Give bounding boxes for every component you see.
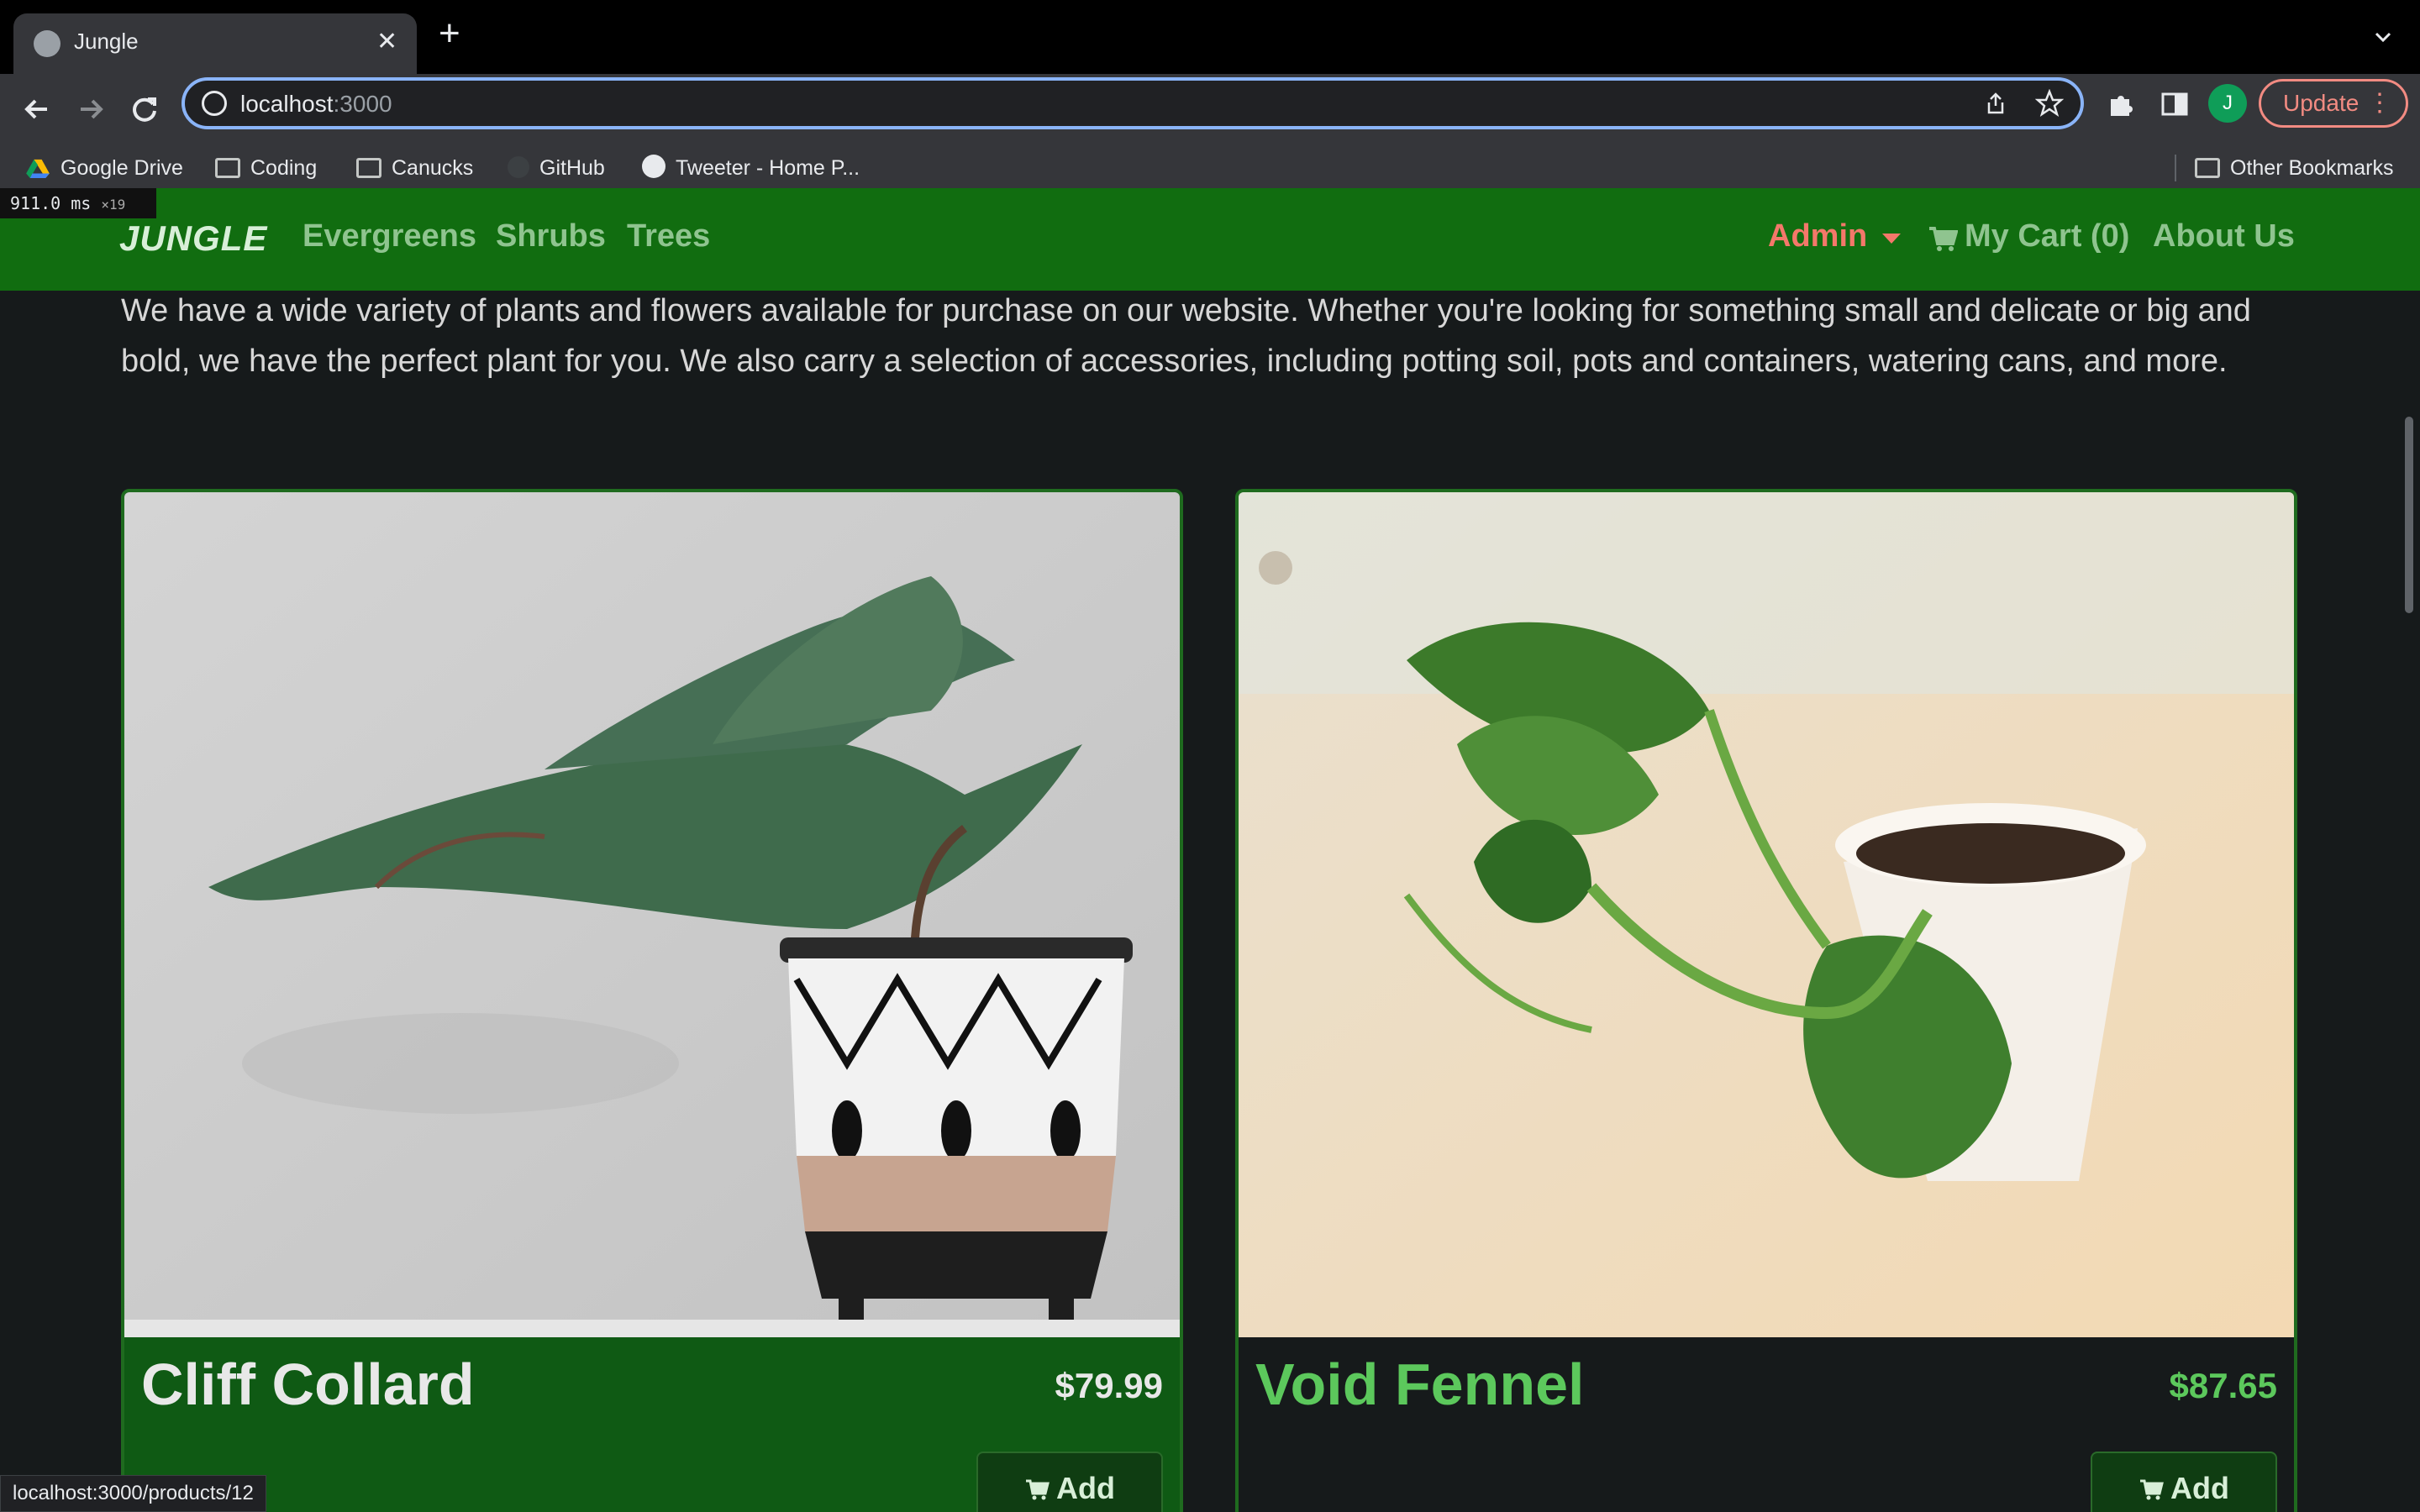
cart-icon xyxy=(1026,1479,1050,1500)
google-drive-icon xyxy=(26,159,50,178)
tab-search-chevron-icon[interactable] xyxy=(2370,24,2396,50)
scrollbar-thumb[interactable] xyxy=(2405,417,2413,613)
tab-bar: Jungle ✕ + xyxy=(0,0,2420,74)
bookmark-label: Canucks xyxy=(392,156,474,180)
product-card[interactable]: Cliff Collard $79.99 Add xyxy=(121,489,1183,1512)
add-label: Add xyxy=(1056,1471,1115,1505)
browser-toolbar: localhost:3000 J Update ⋮ Google Drive Co… xyxy=(0,74,2420,198)
bookmark-google-drive[interactable]: Google Drive xyxy=(25,153,183,183)
site-navbar: JUNGLE Evergreens Shrubs Trees Admin My … xyxy=(0,188,2420,291)
address-bar[interactable]: localhost:3000 xyxy=(182,77,2084,129)
perf-unit: ms xyxy=(71,193,92,213)
reload-icon[interactable] xyxy=(124,89,165,129)
add-to-cart-button[interactable]: Add xyxy=(976,1452,1163,1512)
page-viewport: JUNGLE Evergreens Shrubs Trees Admin My … xyxy=(0,188,2420,1512)
close-tab-icon[interactable]: ✕ xyxy=(376,27,397,56)
nav-link-trees[interactable]: Trees xyxy=(627,218,710,255)
bookmark-label: Other Bookmarks xyxy=(2230,156,2394,180)
site-info-icon[interactable] xyxy=(202,91,227,116)
bookmark-canucks[interactable]: Canucks xyxy=(356,153,473,183)
bookmarks-divider xyxy=(2175,155,2176,181)
tab-title: Jungle xyxy=(74,29,139,54)
share-icon[interactable] xyxy=(1983,91,2008,116)
bookmark-coding[interactable]: Coding xyxy=(215,153,317,183)
update-button[interactable]: Update ⋮ xyxy=(2259,79,2408,128)
perf-time: 911.0 xyxy=(10,193,61,213)
bookmark-label: Tweeter - Home P... xyxy=(676,156,860,180)
update-label: Update xyxy=(2283,90,2360,116)
forward-icon[interactable] xyxy=(71,89,111,129)
browser-tab[interactable]: Jungle ✕ xyxy=(13,13,417,74)
add-label: Add xyxy=(2170,1471,2229,1505)
side-panel-icon[interactable] xyxy=(2158,87,2191,121)
bookmark-github[interactable]: GitHub xyxy=(508,153,605,183)
github-icon xyxy=(508,156,529,178)
menu-dots-icon[interactable]: ⋮ xyxy=(2367,81,2392,125)
folder-icon xyxy=(356,158,381,178)
about-us-link[interactable]: About Us xyxy=(2153,218,2295,255)
bookmark-label: GitHub xyxy=(539,156,605,180)
nav-link-evergreens[interactable]: Evergreens xyxy=(302,218,476,255)
profile-avatar[interactable]: J xyxy=(2208,84,2247,123)
bookmark-label: Coding xyxy=(250,156,318,180)
bookmark-star-icon[interactable] xyxy=(2035,89,2064,118)
perf-count: ×19 xyxy=(101,197,126,213)
product-image[interactable] xyxy=(1239,492,2294,1337)
globe-icon xyxy=(642,155,666,178)
nav-link-shrubs[interactable]: Shrubs xyxy=(496,218,606,255)
product-image[interactable] xyxy=(124,492,1180,1337)
card-footer: Cliff Collard $79.99 Add xyxy=(124,1337,1180,1512)
product-card[interactable]: Void Fennel $87.65 Add xyxy=(1235,489,2297,1512)
cart-icon xyxy=(2140,1479,2164,1500)
product-price: $79.99 xyxy=(1055,1366,1163,1405)
add-to-cart-button[interactable]: Add xyxy=(2091,1452,2277,1512)
new-tab-button[interactable]: + xyxy=(439,15,460,52)
admin-dropdown[interactable]: Admin xyxy=(1768,218,1867,255)
bookmark-other[interactable]: Other Bookmarks xyxy=(2195,153,2394,183)
back-icon[interactable] xyxy=(17,89,57,129)
folder-icon xyxy=(215,158,240,178)
folder-icon xyxy=(2195,158,2220,178)
my-cart-link[interactable]: My Cart (0) xyxy=(1965,218,2129,255)
product-name[interactable]: Cliff Collard xyxy=(141,1351,475,1418)
globe-icon xyxy=(34,30,60,57)
intro-paragraph: We have a wide variety of plants and flo… xyxy=(121,293,2251,379)
performance-overlay: 911.0 ms ×19 xyxy=(0,188,156,218)
card-footer: Void Fennel $87.65 Add xyxy=(1239,1337,2294,1512)
cart-icon[interactable] xyxy=(1928,225,1958,252)
product-price: $87.65 xyxy=(2169,1366,2277,1405)
status-bar-url: localhost:3000/products/12 xyxy=(0,1475,266,1512)
product-name[interactable]: Void Fennel xyxy=(1255,1351,1585,1418)
bookmark-label: Google Drive xyxy=(60,156,183,180)
url-text: localhost:3000 xyxy=(240,91,392,117)
brand-logo[interactable]: JUNGLE xyxy=(119,218,267,259)
caret-down-icon[interactable] xyxy=(1882,234,1901,244)
bookmark-tweeter[interactable]: Tweeter - Home P... xyxy=(642,153,860,183)
extensions-puzzle-icon[interactable] xyxy=(2104,87,2138,121)
